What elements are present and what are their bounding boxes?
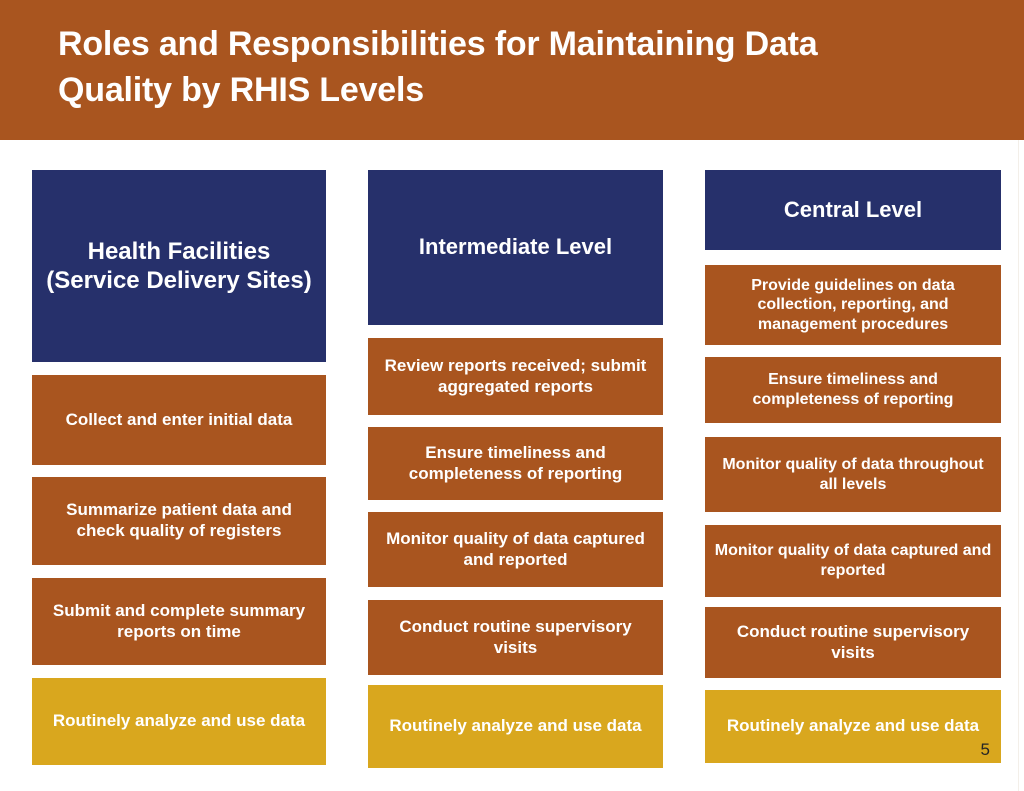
task-box[interactable]: Summarize patient data and check quality… [32, 477, 326, 565]
task-box[interactable]: Review reports received; submit aggregat… [368, 338, 663, 415]
task-box[interactable]: Collect and enter initial data [32, 375, 326, 465]
column-header-central-level[interactable]: Central Level [705, 170, 1001, 250]
right-edge-rule [1018, 140, 1019, 791]
task-box[interactable]: Monitor quality of data captured and rep… [705, 525, 1001, 597]
column-header-intermediate-level[interactable]: Intermediate Level [368, 170, 663, 325]
task-box-accent[interactable]: Routinely analyze and use data [705, 690, 1001, 763]
task-box[interactable]: Ensure timeliness and completeness of re… [368, 427, 663, 500]
slide: Roles and Responsibilities for Maintaini… [0, 0, 1024, 791]
task-box[interactable]: Ensure timeliness and completeness of re… [705, 357, 1001, 423]
page-number: 5 [980, 740, 990, 759]
task-box[interactable]: Monitor quality of data throughout all l… [705, 437, 1001, 512]
task-box[interactable]: Conduct routine supervisory visits [705, 607, 1001, 678]
task-box[interactable]: Monitor quality of data captured and rep… [368, 512, 663, 587]
title-band: Roles and Responsibilities for Maintaini… [0, 0, 1024, 140]
task-box[interactable]: Conduct routine supervisory visits [368, 600, 663, 675]
task-box[interactable]: Provide guidelines on data collection, r… [705, 265, 1001, 345]
task-box-accent[interactable]: Routinely analyze and use data [368, 685, 663, 768]
task-box-accent[interactable]: Routinely analyze and use data [32, 678, 326, 765]
task-box[interactable]: Submit and complete summary reports on t… [32, 578, 326, 665]
column-header-health-facilities[interactable]: Health Facilities (Service Delivery Site… [32, 170, 326, 362]
page-title: Roles and Responsibilities for Maintaini… [58, 25, 818, 109]
